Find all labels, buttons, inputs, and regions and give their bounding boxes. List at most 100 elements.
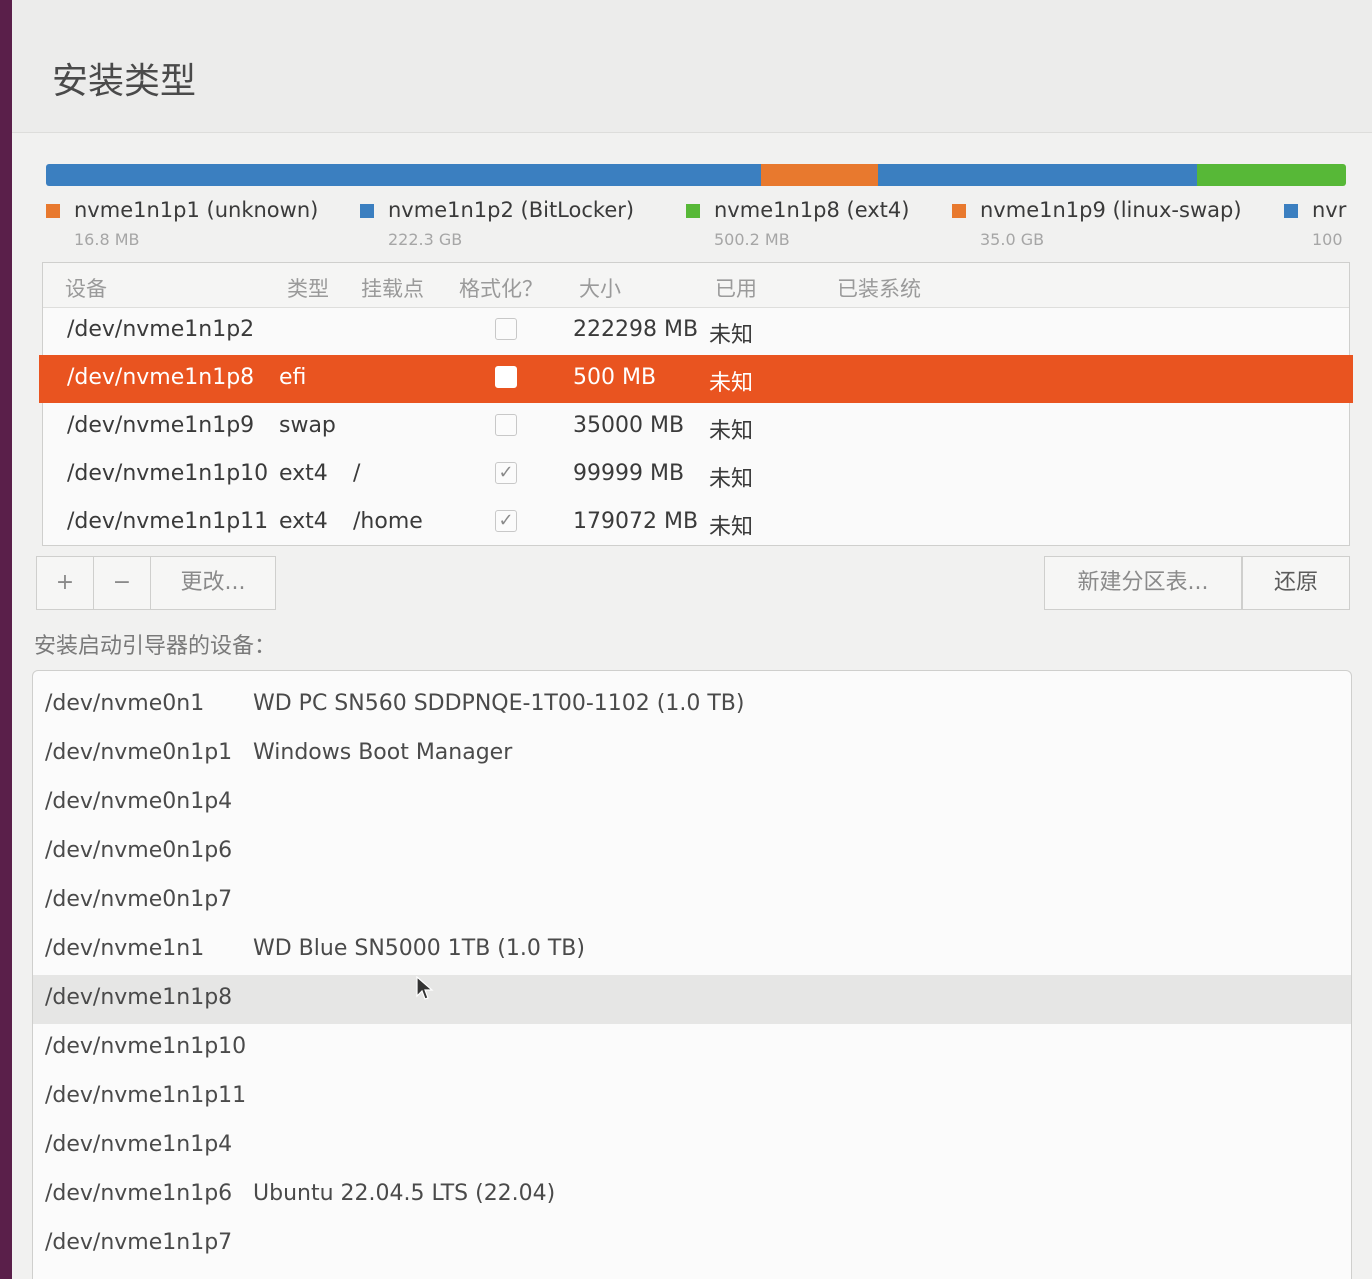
new-partition-table-button[interactable]: 新建分区表... [1044,556,1242,610]
partition-size: 500 MB [573,365,657,390]
installer-window: 安装类型 nvme1n1p1 (unknown) 16.8 MB nvme1n1p2… [12,0,1372,1279]
disk-bar-segment [1196,164,1346,186]
bootloader-device-item[interactable]: /dev/nvme1n1p8 [33,975,1351,1024]
header-system[interactable]: 已装系统 [837,273,921,303]
bootloader-device-path: /dev/nvme0n1p7 [45,887,233,912]
partition-device: /dev/nvme1n1p11 [67,509,269,534]
bootloader-device-path: /dev/nvme1n1p4 [45,1132,233,1157]
add-partition-button[interactable]: + [36,556,94,610]
partition-used: 未知 [709,323,754,348]
bootloader-device-item[interactable]: /dev/nvme1n1 WD Blue SN5000 1TB (1.0 TB) [33,926,1351,975]
disk-bar-segment [878,164,1197,186]
legend-size: 35.0 GB [980,230,1045,249]
format-checkbox[interactable] [495,414,517,436]
header-size[interactable]: 大小 [579,273,621,303]
partition-row[interactable]: /dev/nvme1n1p9 swap 35000 MB 未知 [43,403,1349,451]
bootloader-device-path: /dev/nvme1n1p8 [45,985,233,1010]
mouse-pointer-icon [416,976,434,1000]
bootloader-device-path: /dev/nvme1n1p11 [45,1083,247,1108]
partition-row[interactable]: /dev/nvme1n1p2 222298 MB 未知 [43,307,1349,355]
bootloader-device-item[interactable]: /dev/nvme0n1p7 [33,877,1351,926]
format-checkbox[interactable]: ✓ [495,510,517,532]
partition-mount: / [353,461,361,486]
partition-row[interactable]: /dev/nvme1n1p11 ext4/home 179072 MB 未知 ✓ [43,499,1349,547]
page-title: 安装类型 [52,61,197,102]
legend-name: nvme1n1p9 (linux-swap) [980,198,1242,222]
disk-bar-segment [761,164,878,186]
bootloader-device-description: Ubuntu 22.04.5 LTS (22.04) [253,1181,556,1206]
bootloader-device-list[interactable]: /dev/nvme0n1 WD PC SN560 SDDPNQE-1T00-110… [32,670,1352,1279]
bootloader-device-item[interactable]: /dev/nvme1n1p6 Ubuntu 22.04.5 LTS (22.04) [33,1171,1351,1220]
header-format[interactable]: 格式化？ [459,273,543,303]
partition-used: 未知 [709,467,754,492]
legend-size: 222.3 GB [388,230,463,249]
partition-table: 设备 类型 挂载点 格式化？ 大小 已用 已装系统 /dev/nvme1n1p2… [39,262,1353,547]
change-partition-button[interactable]: 更改... [150,556,276,610]
partition-legend: nvme1n1p1 (unknown) 16.8 MB nvme1n1p2 (Bit… [46,198,1372,258]
header-device[interactable]: 设备 [65,273,107,303]
partition-type: swap [279,413,336,438]
legend-swatch [46,204,60,218]
bootloader-device-path: /dev/nvme1n1p7 [45,1230,233,1255]
header-bar: 安装类型 [12,0,1372,133]
partition-used: 未知 [709,515,754,540]
bootloader-device-path: /dev/nvme1n1p6 [45,1181,233,1206]
header-type[interactable]: 类型 [287,273,329,303]
partition-table-header: 设备 类型 挂载点 格式化？ 大小 已用 已装系统 [43,263,1349,308]
revert-button[interactable]: 还原 [1242,556,1350,610]
legend-size: 100 [1312,230,1343,249]
legend-swatch [360,204,374,218]
partition-device: /dev/nvme1n1p9 [67,413,255,438]
legend-size: 500.2 MB [714,230,790,249]
format-checkbox[interactable]: ✓ [495,462,517,484]
bootloader-device-item[interactable]: /dev/nvme0n1p1 Windows Boot Manager [33,730,1351,779]
partition-mount: /home [353,509,423,534]
bootloader-device-item[interactable]: /dev/nvme0n1p6 [33,828,1351,877]
format-checkbox[interactable] [495,318,517,340]
partition-size: 222298 MB [573,317,699,342]
bootloader-device-path: /dev/nvme0n1p4 [45,789,233,814]
bootloader-device-item[interactable]: /dev/nvme1n1p10 [33,1024,1351,1073]
partition-type: efi [279,365,307,390]
partition-device: /dev/nvme1n1p8 [67,365,255,390]
disk-usage-bar [46,164,1346,186]
bootloader-device-description: WD PC SN560 SDDPNQE-1T00-1102 (1.0 TB) [253,691,745,716]
legend-name: nvme1n1p1 (unknown) [74,198,319,222]
bootloader-device-label: 安装启动引导器的设备： [34,634,277,659]
bootloader-device-path: /dev/nvme0n1p6 [45,838,233,863]
bootloader-device-item[interactable]: /dev/nvme1n1p4 [33,1122,1351,1171]
legend-swatch [952,204,966,218]
partition-size: 179072 MB [573,509,699,534]
legend-size: 16.8 MB [74,230,140,249]
partition-used: 未知 [709,371,754,396]
bootloader-device-path: /dev/nvme1n1p10 [45,1034,247,1059]
partition-type: ext4 [279,509,328,534]
legend-swatch [1284,204,1298,218]
remove-partition-button[interactable]: − [93,556,151,610]
legend-swatch [686,204,700,218]
legend-name: nvme1n1p2 (BitLocker) [388,198,635,222]
partition-used: 未知 [709,419,754,444]
bootloader-device-description: Windows Boot Manager [253,740,513,765]
partition-row[interactable]: /dev/nvme1n1p10 ext4 / 99999 MB 未知 ✓ [43,451,1349,499]
partition-row[interactable]: /dev/nvme1n1p8 efi 500 MB 未知 [39,355,1353,403]
header-mount[interactable]: 挂载点 [361,273,424,303]
format-checkbox[interactable] [495,366,517,388]
partition-device: /dev/nvme1n1p2 [67,317,255,342]
header-used[interactable]: 已用 [715,273,757,303]
legend-name: nvr [1312,198,1347,222]
disk-bar-segment [46,164,761,186]
partition-device: /dev/nvme1n1p10 [67,461,269,486]
bootloader-device-item[interactable]: /dev/nvme1n1p11 [33,1073,1351,1122]
bootloader-device-item[interactable]: /dev/nvme1n1p7 [33,1220,1351,1269]
bootloader-device-path: /dev/nvme0n1p1 [45,740,233,765]
bootloader-device-description: WD Blue SN5000 1TB (1.0 TB) [253,936,585,961]
partition-size: 99999 MB [573,461,685,486]
bootloader-device-path: /dev/nvme1n1 [45,936,205,961]
partition-size: 35000 MB [573,413,685,438]
bootloader-device-item[interactable]: /dev/nvme0n1 WD PC SN560 SDDPNQE-1T00-110… [33,681,1351,730]
bootloader-device-path: /dev/nvme0n1 [45,691,205,716]
legend-name: nvme1n1p8 (ext4) [714,198,910,222]
partition-type: ext4 [279,461,328,486]
bootloader-device-item[interactable]: /dev/nvme0n1p4 [33,779,1351,828]
